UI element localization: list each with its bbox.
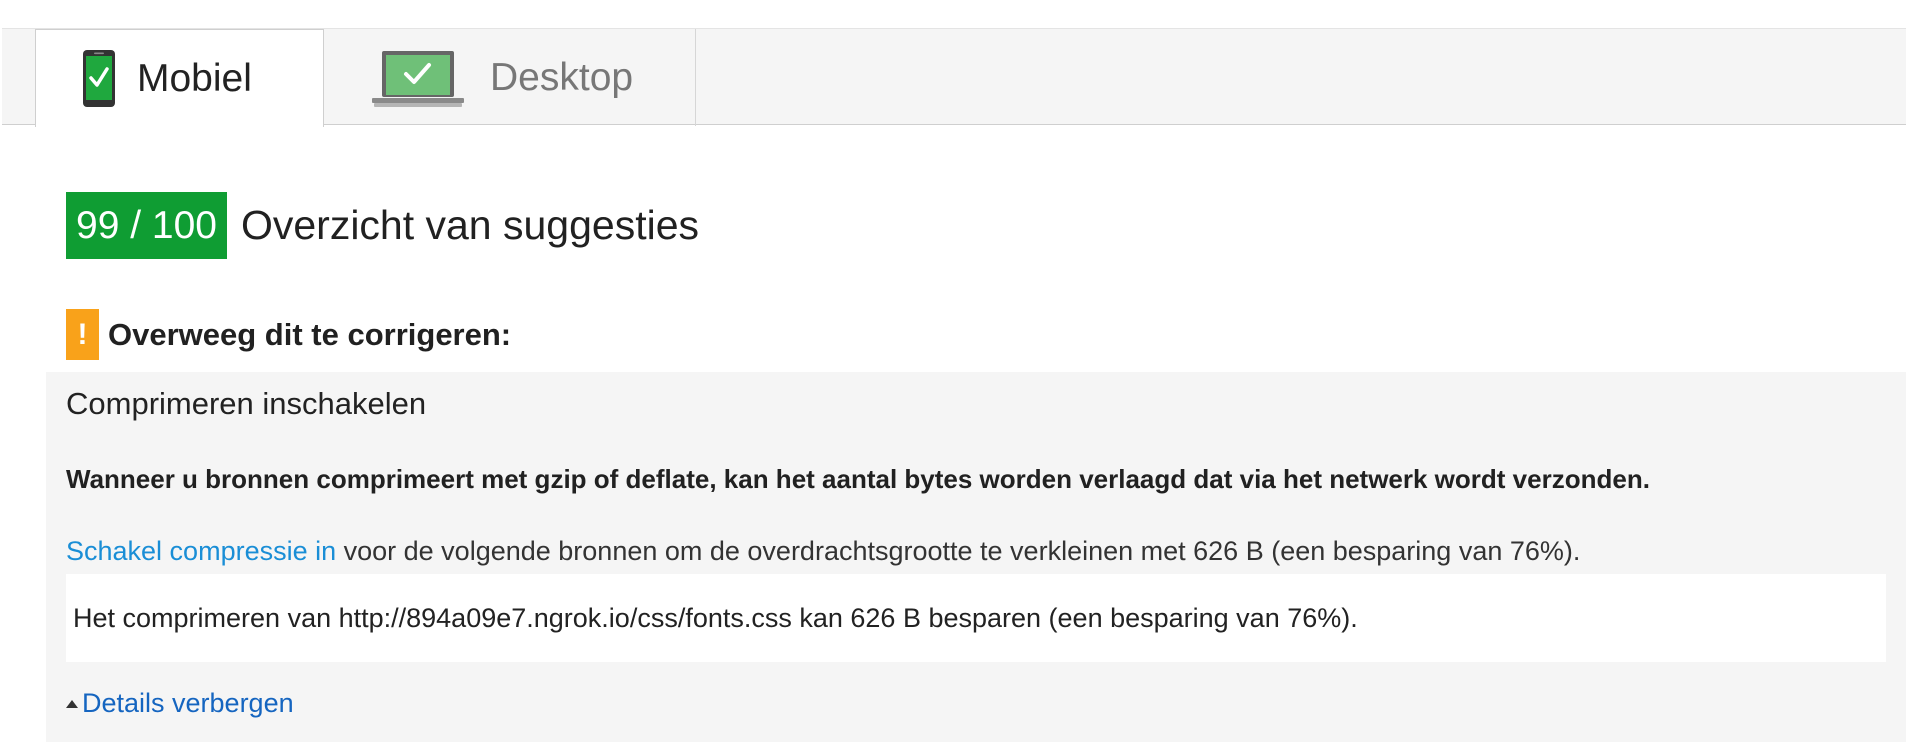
url-list: Het comprimeren van http://894a09e7.ngro… bbox=[66, 574, 1886, 662]
list-item: Het comprimeren van http://894a09e7.ngro… bbox=[73, 602, 1358, 633]
rule-summary: Wanneer u bronnen comprimeert met gzip o… bbox=[66, 464, 1650, 494]
tab-mobile[interactable]: Mobiel bbox=[35, 29, 324, 127]
score-badge: 99 / 100 bbox=[66, 192, 227, 259]
tab-desktop[interactable]: Desktop bbox=[324, 29, 696, 126]
score-header: 99 / 100 Overzicht van suggesties bbox=[66, 192, 699, 259]
tab-desktop-label: Desktop bbox=[490, 55, 634, 99]
laptop-check-icon bbox=[372, 50, 464, 107]
hide-details-toggle[interactable]: Details verbergen bbox=[66, 688, 294, 719]
rule-detail: Schakel compressie in voor de volgende b… bbox=[66, 536, 1580, 567]
device-tab-bar: Mobiel Desktop bbox=[2, 28, 1906, 127]
warning-icon: ! bbox=[66, 309, 99, 360]
rule-title: Comprimeren inschakelen bbox=[66, 386, 427, 421]
section-title: Overweeg dit te corrigeren: bbox=[108, 316, 512, 352]
hide-details-label: Details verbergen bbox=[82, 688, 294, 718]
rule-detail-text: voor de volgende bronnen om de overdrach… bbox=[336, 536, 1581, 566]
consider-fixing-header: ! Overweeg dit te corrigeren: bbox=[66, 309, 511, 360]
mobile-phone-check-icon bbox=[83, 50, 115, 107]
page-title: Overzicht van suggesties bbox=[240, 202, 700, 248]
enable-compression-link[interactable]: Schakel compressie in bbox=[66, 536, 336, 566]
caret-up-icon bbox=[66, 699, 78, 708]
rule-panel: Comprimeren inschakelen Wanneer u bronne… bbox=[46, 372, 1906, 742]
tab-mobile-label: Mobiel bbox=[137, 56, 252, 100]
